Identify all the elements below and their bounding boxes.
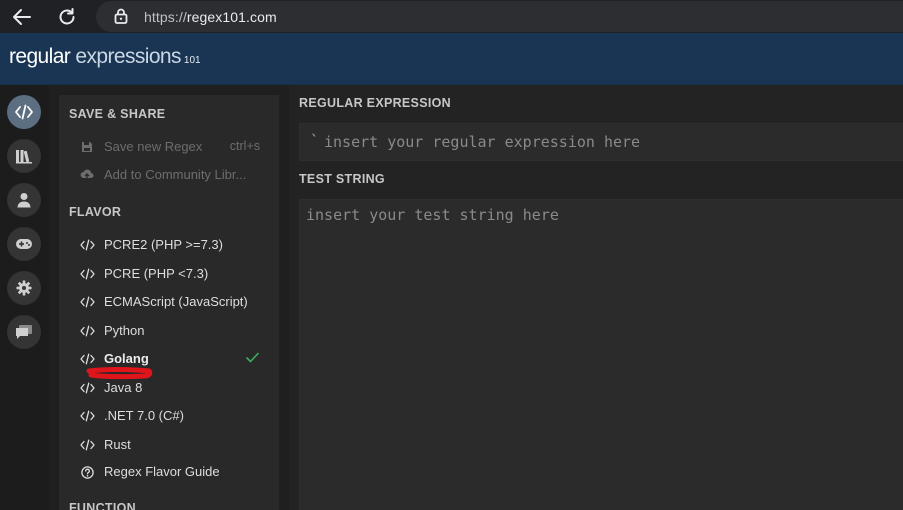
arrow-left-icon [13,9,31,25]
code-icon [15,104,33,120]
code-icon [79,352,95,366]
rail-settings[interactable] [7,271,41,305]
flavor-label: .NET 7.0 (C#) [104,408,184,423]
flavor-item-pcre2[interactable]: PCRE2 (PHP >=7.3) [59,233,279,257]
sidebar-panel: SAVE & SHARE Save new Regex ctrl+s Add t… [59,95,279,510]
flavor-label: Java 8 [104,380,143,395]
app-header: regular expressions 101 [0,33,903,85]
browser-toolbar: https://regex101.com [0,0,903,33]
editor-main: REGULAR EXPRESSION ` TEST STRING [289,85,903,510]
save-share-title: SAVE & SHARE [69,107,166,121]
add-to-community-label: Add to Community Libr... [104,167,247,182]
brand-sub: 101 [183,55,201,66]
flavor-item-java8[interactable]: Java 8 [59,376,279,400]
back-button[interactable] [9,4,35,30]
function-title: FUNCTION [69,501,136,510]
chat-icon [16,325,32,339]
flavor-item-ecmascript[interactable]: ECMAScript (JavaScript) [59,290,279,314]
checkmark-icon [246,352,259,363]
address-bar[interactable]: https://regex101.com [96,1,903,32]
regex-section-title: REGULAR EXPRESSION [299,96,451,110]
regex-delimiter[interactable]: ` [310,132,319,150]
rail-quiz[interactable] [7,227,41,261]
cloud-upload-icon [79,168,95,182]
flavor-guide-label: Regex Flavor Guide [104,464,220,479]
rail-account[interactable] [7,183,41,217]
save-new-regex-label: Save new Regex [104,139,203,154]
lock-icon[interactable] [114,8,128,24]
test-string-input[interactable] [306,206,903,506]
gamepad-icon [16,239,32,249]
rail-regex-editor[interactable] [7,95,41,129]
url-host: regex101.com [186,9,277,25]
reload-icon [59,8,75,25]
code-icon [79,438,95,452]
regex-input[interactable] [324,129,903,155]
code-icon [79,409,95,423]
gear-icon [16,280,32,296]
code-icon [79,238,95,252]
test-string-title: TEST STRING [299,172,385,186]
library-icon [16,150,32,164]
flavor-label: PCRE2 (PHP >=7.3) [104,237,223,252]
code-icon [79,381,95,395]
brand-logo[interactable]: regular expressions 101 [9,45,201,69]
user-icon [17,193,31,208]
question-circle-icon [79,465,95,479]
code-icon [79,324,95,338]
url-text: https://regex101.com [144,9,277,25]
regex-editor[interactable]: ` [299,123,903,161]
flavor-label: PCRE (PHP <7.3) [104,266,209,281]
flavor-item-rust[interactable]: Rust [59,433,279,457]
brand-light: expressions [75,45,181,68]
brand-main: regular [9,45,71,68]
code-icon [79,267,95,281]
flavor-item-python[interactable]: Python [59,319,279,343]
url-protocol: https:// [144,9,187,25]
add-to-community-button[interactable]: Add to Community Libr... [59,163,279,187]
save-new-regex-button[interactable]: Save new Regex ctrl+s [59,135,279,159]
flavor-label: Python [104,323,145,338]
flavor-item-dotnet[interactable]: .NET 7.0 (C#) [59,404,279,428]
code-icon [79,295,95,309]
flavor-item-pcre[interactable]: PCRE (PHP <7.3) [59,262,279,286]
floppy-disk-icon [79,140,95,154]
flavor-label: Rust [104,437,131,452]
reload-button[interactable] [54,4,80,30]
flavor-title: FLAVOR [69,205,122,219]
rail-chat[interactable] [7,315,41,349]
save-shortcut: ctrl+s [229,139,260,153]
rail-library[interactable] [7,139,41,173]
icon-rail [0,85,49,510]
flavor-label: Golang [104,351,149,366]
flavor-label: ECMAScript (JavaScript) [104,294,248,309]
test-string-editor[interactable] [299,199,903,510]
flavor-guide-link[interactable]: Regex Flavor Guide [59,460,279,484]
